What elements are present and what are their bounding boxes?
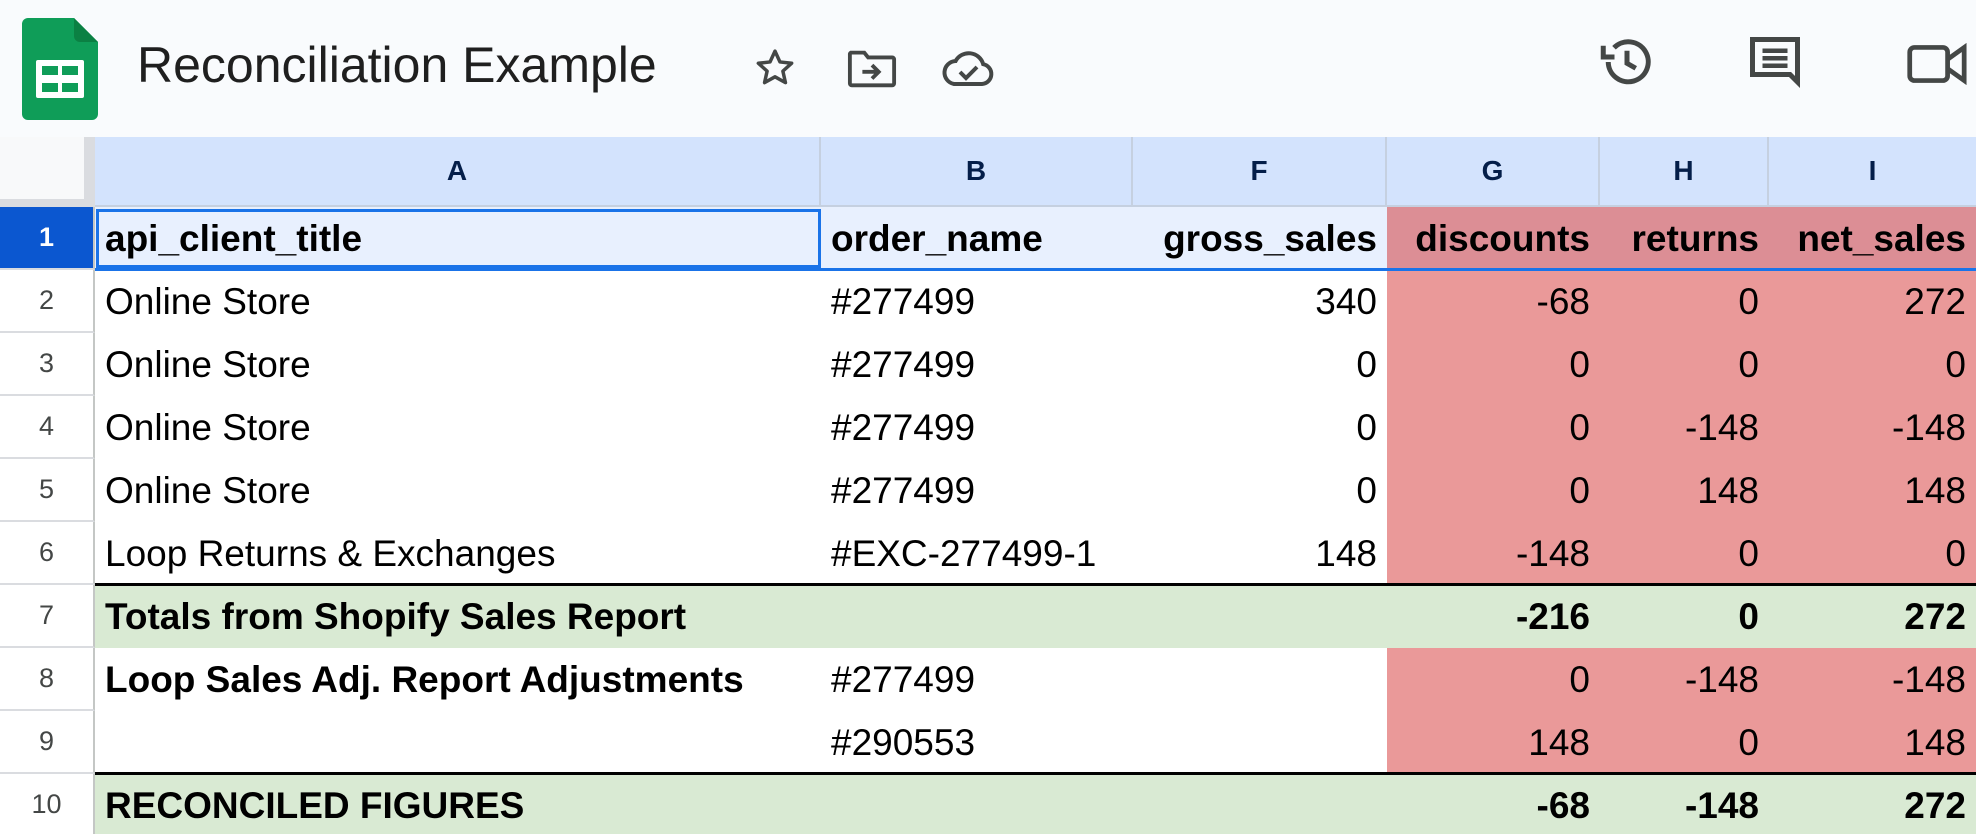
column-header-a[interactable]: A: [95, 137, 821, 207]
row-header-5[interactable]: 5: [0, 459, 95, 522]
select-all-corner[interactable]: [0, 137, 95, 207]
spreadsheet-grid: A B F G H I 1 2 3 4 5 6 7 8 9 10 api_cli…: [0, 137, 1976, 834]
cell-h3[interactable]: 0: [1600, 333, 1769, 396]
freeze-row-handle[interactable]: [0, 199, 95, 207]
title-bar: Reconciliation Example: [0, 0, 1976, 137]
cell-g1[interactable]: discounts: [1387, 207, 1600, 270]
row-header-9[interactable]: 9: [0, 711, 95, 774]
freeze-column-handle[interactable]: [84, 137, 95, 207]
cell-g2[interactable]: -68: [1387, 270, 1600, 333]
cell-g4[interactable]: 0: [1387, 396, 1600, 459]
cell-h6[interactable]: 0: [1600, 522, 1769, 585]
cell-g10[interactable]: -68: [1387, 774, 1600, 834]
cell-h2[interactable]: 0: [1600, 270, 1769, 333]
cell-i6[interactable]: 0: [1769, 522, 1976, 585]
cell-b2[interactable]: #277499: [821, 270, 1133, 333]
cell-g3[interactable]: 0: [1387, 333, 1600, 396]
cell-a1[interactable]: api_client_title: [95, 207, 821, 270]
cell-h4[interactable]: -148: [1600, 396, 1769, 459]
cell-h9[interactable]: 0: [1600, 711, 1769, 774]
row-header-1[interactable]: 1: [0, 207, 95, 270]
cell-i9[interactable]: 148: [1769, 711, 1976, 774]
cell-a8[interactable]: Loop Sales Adj. Report Adjustments: [95, 648, 821, 711]
row-header-10[interactable]: 10: [0, 774, 95, 834]
column-header-g[interactable]: G: [1387, 137, 1600, 207]
cell-b4[interactable]: #277499: [821, 396, 1133, 459]
cell-a7[interactable]: Totals from Shopify Sales Report: [95, 585, 1133, 648]
cell-a3[interactable]: Online Store: [95, 333, 821, 396]
comments-icon[interactable]: [1743, 30, 1807, 94]
row-header-3[interactable]: 3: [0, 333, 95, 396]
cell-f1[interactable]: gross_sales: [1133, 207, 1387, 270]
cell-f2[interactable]: 340: [1133, 270, 1387, 333]
cell-i7[interactable]: 272: [1769, 585, 1976, 648]
column-header-h[interactable]: H: [1600, 137, 1769, 207]
cell-a5[interactable]: Online Store: [95, 459, 821, 522]
cell-h7[interactable]: 0: [1600, 585, 1769, 648]
cell-f4[interactable]: 0: [1133, 396, 1387, 459]
cell-h5[interactable]: 148: [1600, 459, 1769, 522]
cell-h8[interactable]: -148: [1600, 648, 1769, 711]
column-header-f[interactable]: F: [1133, 137, 1387, 207]
cell-b6[interactable]: #EXC-277499-1: [821, 522, 1133, 585]
cell-i3[interactable]: 0: [1769, 333, 1976, 396]
cell-i10[interactable]: 272: [1769, 774, 1976, 834]
row-header-7[interactable]: 7: [0, 585, 95, 648]
cell-g9[interactable]: 148: [1387, 711, 1600, 774]
cell-i8[interactable]: -148: [1769, 648, 1976, 711]
cell-i2[interactable]: 272: [1769, 270, 1976, 333]
sheets-logo-icon[interactable]: [22, 18, 98, 120]
cell-b8[interactable]: #277499: [821, 648, 1133, 711]
cell-g7[interactable]: -216: [1387, 585, 1600, 648]
document-title[interactable]: Reconciliation Example: [137, 30, 657, 100]
move-folder-icon[interactable]: [845, 43, 899, 93]
cell-b5[interactable]: #277499: [821, 459, 1133, 522]
row-header-4[interactable]: 4: [0, 396, 95, 459]
cell-i4[interactable]: -148: [1769, 396, 1976, 459]
cell-f3[interactable]: 0: [1133, 333, 1387, 396]
row-header-6[interactable]: 6: [0, 522, 95, 585]
cloud-saved-icon[interactable]: [940, 45, 996, 91]
cell-a10[interactable]: RECONCILED FIGURES: [95, 774, 1133, 834]
cell-f6[interactable]: 148: [1133, 522, 1387, 585]
column-header-b[interactable]: B: [821, 137, 1133, 207]
history-icon[interactable]: [1595, 30, 1659, 94]
cell-g5[interactable]: 0: [1387, 459, 1600, 522]
cell-b1[interactable]: order_name: [821, 207, 1133, 270]
cell-g6[interactable]: -148: [1387, 522, 1600, 585]
meet-icon[interactable]: [1905, 36, 1976, 92]
cell-f5[interactable]: 0: [1133, 459, 1387, 522]
cell-h1[interactable]: returns: [1600, 207, 1769, 270]
cell-b3[interactable]: #277499: [821, 333, 1133, 396]
column-header-i[interactable]: I: [1769, 137, 1976, 207]
cell-i5[interactable]: 148: [1769, 459, 1976, 522]
cell-h10[interactable]: -148: [1600, 774, 1769, 834]
cell-a4[interactable]: Online Store: [95, 396, 821, 459]
cell-a6[interactable]: Loop Returns & Exchanges: [95, 522, 821, 585]
cell-g8[interactable]: 0: [1387, 648, 1600, 711]
row-header-2[interactable]: 2: [0, 270, 95, 333]
cell-b9[interactable]: #290553: [821, 711, 1133, 774]
cell-i1[interactable]: net_sales: [1769, 207, 1976, 270]
cell-a2[interactable]: Online Store: [95, 270, 821, 333]
star-icon[interactable]: [750, 43, 800, 93]
row-header-8[interactable]: 8: [0, 648, 95, 711]
